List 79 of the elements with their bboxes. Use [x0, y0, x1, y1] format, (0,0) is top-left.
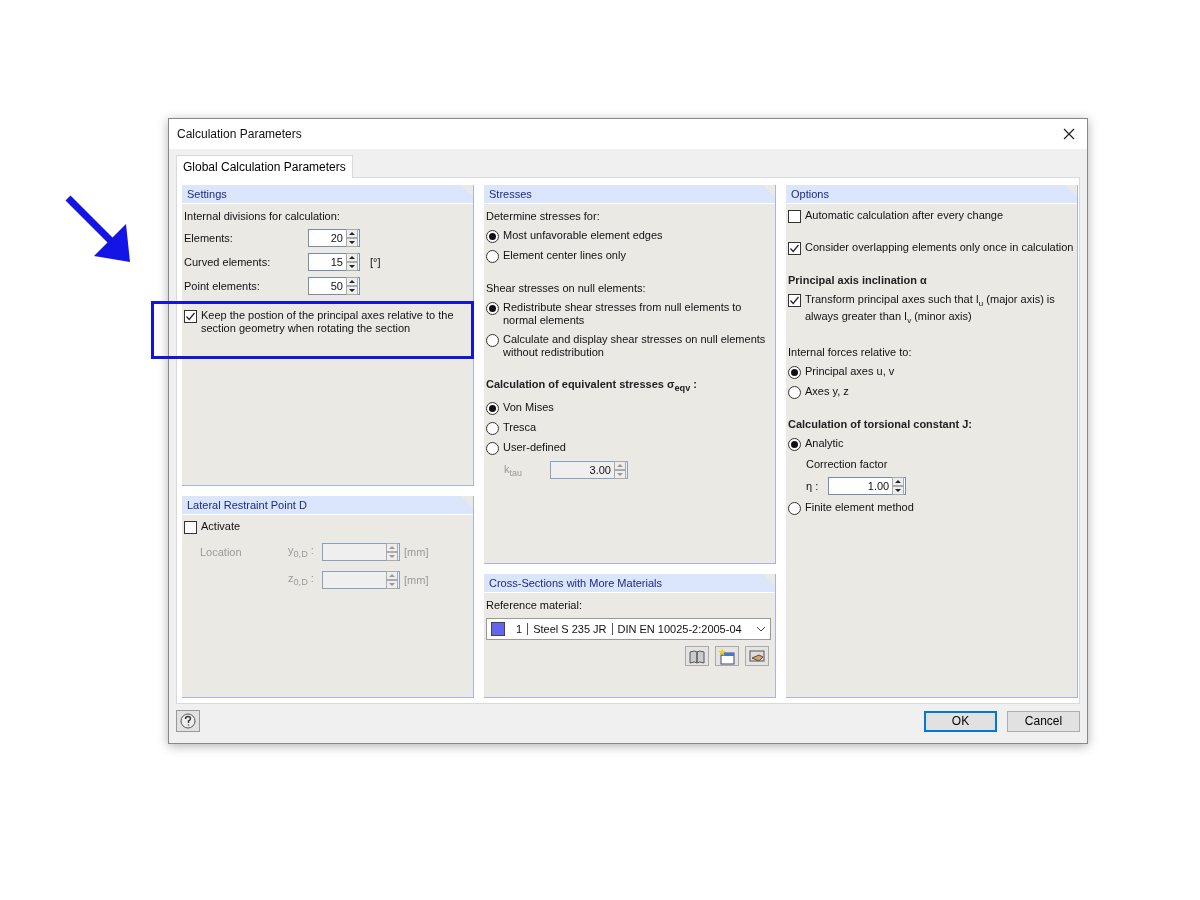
option-label: Element center lines only [503, 249, 626, 262]
checkbox[interactable] [788, 210, 801, 223]
field-label: Curved elements: [184, 256, 272, 268]
option-label: Analytic [805, 437, 844, 451]
dialog-button[interactable]: OK [924, 710, 997, 732]
spinner-arrows-icon[interactable] [346, 229, 358, 247]
label-text: Internal divisions for calculation: [184, 209, 341, 223]
material-number: 1 [515, 623, 524, 635]
spinner-arrows-icon[interactable] [892, 477, 905, 496]
number-field[interactable]: 1.00 [828, 477, 907, 496]
radio-button[interactable] [486, 334, 499, 347]
option-label: Most unfavorable element edges [503, 229, 663, 242]
checkbox[interactable] [184, 521, 197, 534]
number-field[interactable]: 20 [308, 229, 360, 247]
radio-button[interactable] [486, 250, 499, 263]
number-field[interactable]: 15 [308, 253, 360, 271]
option-label: Calculate and display shear stresses on null elements without redistribution [503, 333, 767, 359]
field-label: η : [806, 480, 819, 493]
checkbox[interactable] [788, 294, 801, 307]
section-heading: Calculation of torsional constant J: [788, 417, 973, 432]
option-label: Activate [201, 520, 241, 533]
number-field[interactable]: 50 [308, 277, 360, 295]
option-label: User-defined [503, 441, 566, 455]
help-button[interactable] [176, 710, 200, 732]
unit-label: [°] [370, 256, 381, 268]
panel-header: Settings [182, 185, 473, 204]
panel-header: Cross-Sections with More Materials [484, 574, 775, 593]
material-dropdown[interactable]: 1 Steel S 235 JR DIN EN 10025-2:2005-04 [486, 618, 771, 640]
unit-label: [mm] [404, 574, 429, 586]
field-label: Point elements: [184, 280, 261, 292]
radio-button[interactable] [486, 422, 499, 436]
option-label: Redistribute shear stresses from null elements to normal elements [503, 301, 743, 327]
option-label: Tresca [503, 421, 537, 435]
option-label: Transform principal axes such that I$_{u}$ (major axis) is always greater than I$_{v}$ (minor axis) [805, 293, 1056, 328]
radio-button[interactable] [788, 386, 801, 400]
checkbox[interactable] [788, 242, 801, 255]
new-window-button[interactable] [715, 646, 739, 666]
section-heading: Principal axis inclination α [788, 273, 928, 287]
option-label: Axes y, z [805, 385, 849, 399]
field-label: Elements: [184, 232, 234, 244]
label-text: Reference material: [486, 598, 583, 612]
window-title: Calculation Parameters [177, 127, 302, 141]
radio-button[interactable] [486, 402, 499, 416]
spinner-arrows-icon[interactable] [346, 253, 358, 271]
label-text: Correction factor [806, 457, 889, 472]
label-text: Determine stresses for: [486, 209, 601, 223]
field-label: z$_{0,D}$ : [288, 572, 315, 588]
section-heading: Calculation of equivalent stresses σ$_{eqv}$ : [486, 377, 698, 396]
spinner-arrows-icon[interactable] [346, 277, 358, 295]
field-caption: Location [200, 546, 242, 558]
label-text: Internal forces relative to: [788, 345, 913, 360]
radio-button[interactable] [486, 302, 499, 315]
book-button[interactable] [685, 646, 709, 666]
panel-header: Lateral Restraint Point D [182, 496, 473, 515]
radio-button[interactable] [788, 502, 801, 516]
option-label: Keep the postion of the principal axes relative to the section geometry when rotating the section [201, 309, 455, 335]
book-icon [687, 647, 707, 665]
caret-icon [756, 626, 766, 632]
checkbox[interactable] [184, 310, 197, 323]
option-label: Finite element method [805, 501, 914, 515]
option-label: Principal axes u, v [805, 365, 895, 379]
new-window-icon [717, 647, 737, 665]
unit-label: [mm] [404, 546, 429, 558]
material-standard: DIN EN 10025-2:2005-04 [611, 623, 747, 635]
option-label: Von Mises [503, 401, 554, 415]
tab[interactable]: Global Calculation Parameters [176, 155, 353, 178]
radio-button[interactable] [788, 438, 801, 452]
dialog-button[interactable]: Cancel [1007, 710, 1080, 732]
option-label: Consider overlapping elements only once in calculation [805, 241, 1074, 254]
material-name: Steel S 235 JR [527, 623, 612, 635]
radio-button[interactable] [486, 442, 499, 456]
radio-button[interactable] [788, 366, 801, 380]
radio-button[interactable] [486, 230, 499, 243]
panel-header: Options [786, 185, 1077, 204]
field-label: k$_{tau}$ [504, 462, 523, 478]
option-label: Automatic calculation after every change [805, 209, 1004, 222]
field-label: y$_{0,D}$ : [288, 544, 315, 560]
panel-header: Stresses [484, 185, 775, 204]
label-text: Shear stresses on null elements: [486, 281, 647, 295]
